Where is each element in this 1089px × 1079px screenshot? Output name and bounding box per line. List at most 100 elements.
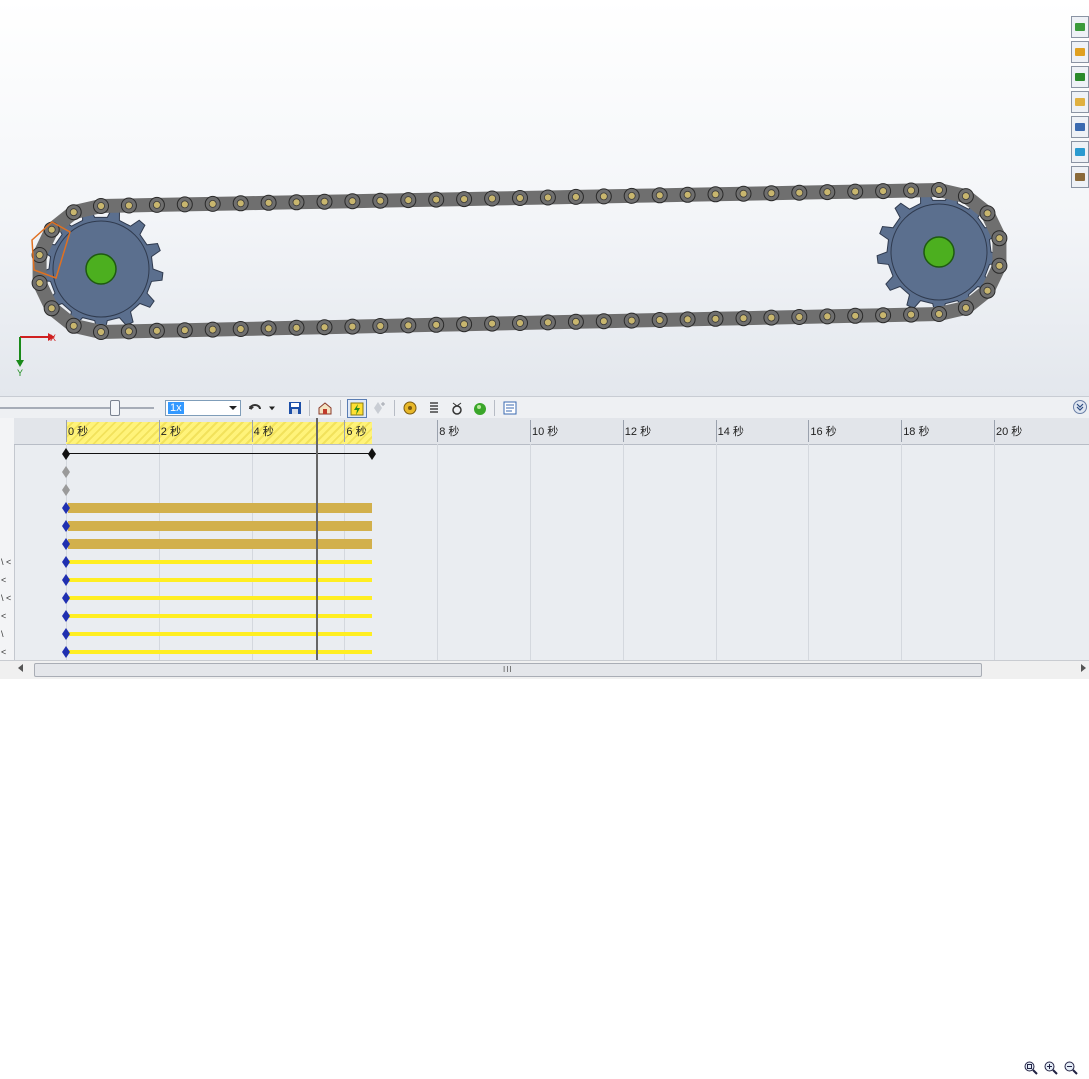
contact-icon	[452, 402, 462, 415]
chain-pin	[655, 316, 664, 324]
scroll-thumb[interactable]: III	[34, 663, 982, 677]
chain-pin	[995, 234, 1004, 243]
key-point[interactable]	[62, 484, 70, 496]
chain-pin	[47, 225, 56, 234]
chain-pin	[432, 320, 441, 329]
key-point[interactable]	[62, 466, 70, 478]
key-point[interactable]	[62, 646, 70, 658]
ruler-tick	[901, 420, 903, 442]
feature-change-bar[interactable]	[68, 614, 373, 618]
timeline-track-row[interactable]	[0, 463, 1089, 481]
task-pane-tab-4[interactable]	[1071, 91, 1089, 113]
playback-slider-track[interactable]	[0, 407, 154, 409]
scroll-right-arrow-icon[interactable]	[1081, 664, 1086, 672]
feature-change-bar[interactable]	[68, 578, 373, 582]
playback-slider-thumb[interactable]	[110, 400, 120, 416]
chain-pin	[907, 186, 915, 195]
chain-pin	[627, 316, 636, 325]
key-point[interactable]	[62, 556, 70, 568]
chain-pin	[879, 311, 887, 320]
chain-pin	[432, 195, 441, 204]
chain-pin	[739, 314, 748, 323]
timeline-horizontal-scrollbar[interactable]: III	[0, 660, 1089, 679]
timeline-track-row[interactable]	[0, 481, 1089, 499]
component-motion-bar[interactable]	[68, 521, 373, 531]
scroll-grip: III	[503, 665, 513, 674]
playback-mode-dropdown[interactable]	[266, 399, 278, 417]
component-motion-bar[interactable]	[68, 503, 373, 513]
key-point[interactable]	[62, 592, 70, 604]
playback-speed-select[interactable]: 1x	[165, 400, 241, 416]
key-point[interactable]	[62, 628, 70, 640]
chain-pin	[97, 202, 105, 210]
chain-pin	[627, 191, 636, 200]
chain-pin	[683, 315, 692, 324]
key-point[interactable]	[62, 610, 70, 622]
playback-speed-value: 1x	[168, 402, 184, 414]
chain-pin	[348, 197, 357, 206]
feature-change-bar[interactable]	[68, 632, 373, 636]
key-point[interactable]	[62, 538, 70, 550]
axis-x-label: X	[50, 333, 56, 343]
chain-pin	[488, 194, 497, 203]
contact-button[interactable]	[448, 399, 466, 417]
key-point[interactable]	[62, 574, 70, 586]
chain-pin	[152, 326, 161, 335]
results-button[interactable]	[501, 399, 519, 417]
key-point[interactable]	[62, 502, 70, 514]
chain-pin	[152, 200, 161, 209]
home-icon	[1075, 48, 1085, 56]
zoom-in-icon[interactable]	[1043, 1060, 1059, 1076]
scroll-left-arrow-icon[interactable]	[18, 664, 23, 672]
current-time-bar[interactable]	[315, 418, 318, 660]
chain-pin	[962, 303, 970, 312]
zoom-fit-icon[interactable]	[1023, 1060, 1039, 1076]
chain-drive-model[interactable]: XY	[0, 0, 1070, 396]
graphics-viewport[interactable]: XY	[0, 0, 1089, 396]
calculate-button[interactable]	[347, 399, 367, 418]
ruler-tick	[715, 420, 717, 442]
chain-pin	[851, 311, 860, 320]
chain-pin	[404, 196, 413, 205]
chevron-down-icon	[269, 406, 275, 411]
chain-pin	[711, 314, 720, 323]
task-pane-tab-3[interactable]	[1071, 66, 1089, 88]
collapse-button[interactable]	[1073, 400, 1087, 414]
spring-button[interactable]	[425, 399, 443, 417]
collapse-chevron-icon	[1073, 400, 1087, 414]
feature-change-bar[interactable]	[68, 650, 373, 654]
ruler-label: 12 秒	[624, 426, 652, 438]
chain-pin	[69, 208, 78, 217]
component-motion-bar[interactable]	[68, 539, 373, 549]
start-key-point[interactable]	[62, 448, 70, 460]
task-pane-tab-2[interactable]	[1071, 41, 1089, 63]
task-pane-tab-7[interactable]	[1071, 166, 1089, 188]
animation-wizard-button[interactable]	[316, 399, 334, 417]
end-key-point[interactable]	[368, 448, 377, 460]
save-animation-icon	[289, 402, 301, 414]
chain-pin	[376, 196, 385, 205]
chain-pin	[516, 319, 524, 327]
add-key-button[interactable]	[370, 399, 388, 417]
chain-pin	[47, 304, 56, 313]
chain-pin	[572, 192, 580, 201]
feature-change-bar[interactable]	[68, 596, 373, 600]
chain-pin	[124, 201, 133, 210]
playback-mode-icon	[249, 404, 261, 410]
task-pane-tab-5[interactable]	[1071, 116, 1089, 138]
task-pane-tab-1[interactable]	[1071, 16, 1089, 38]
feature-change-bar[interactable]	[68, 560, 373, 564]
task-pane-tab-6[interactable]	[1071, 141, 1089, 163]
timeline-ruler[interactable]: 0 秒 2 秒 4 秒 6 秒 8 秒 10 秒 12 秒 14 秒 16 秒 18 秒 20 秒	[14, 418, 1089, 445]
save-animation-button[interactable]	[286, 399, 304, 417]
timeline-track-row[interactable]	[0, 445, 1089, 463]
motion-study-timeline[interactable]: \ < < \ < < \ < 0 秒2 秒4 秒6 秒8 秒 10 秒 12 秒 14 秒 16…	[0, 418, 1089, 1075]
chain-pin	[572, 317, 580, 326]
chain-pin	[879, 187, 887, 196]
key-point[interactable]	[62, 520, 70, 532]
playback-mode-button[interactable]	[246, 399, 264, 417]
resources-icon	[1075, 23, 1085, 31]
gravity-button[interactable]	[471, 399, 489, 417]
motor-button[interactable]	[401, 399, 419, 417]
zoom-out-icon[interactable]	[1063, 1060, 1079, 1076]
